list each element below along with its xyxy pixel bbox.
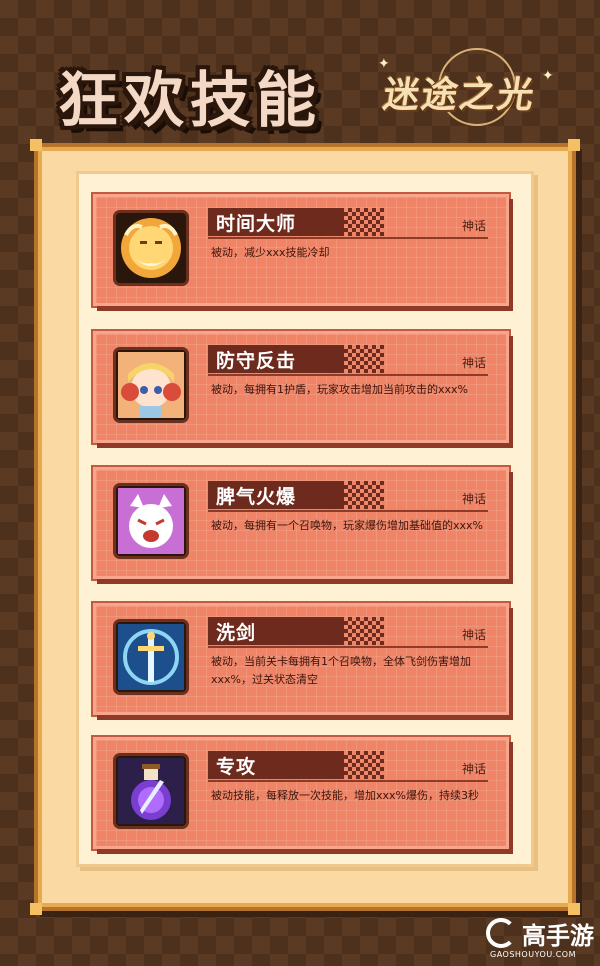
skill-name-bar: 时间大师 xyxy=(208,208,384,236)
logo-text: 迷途之光 xyxy=(380,74,539,116)
sparkle-icon: ✦ xyxy=(378,56,390,72)
skill-description: 被动，当前关卡每拥有1个召唤物，全体飞剑伤害增加xxx%，过关状态清空 xyxy=(211,655,471,686)
page-title: 狂欢技能 xyxy=(58,66,322,136)
board-corner xyxy=(568,139,580,151)
skill-rank: 神话 xyxy=(461,492,486,506)
skill-rank: 神话 xyxy=(461,219,486,233)
divider xyxy=(208,510,488,512)
skill-description: 被动，减少xxx技能冷却 xyxy=(211,246,330,259)
game-logo: 迷途之光 ✦ ✦ xyxy=(378,48,568,126)
skill-name-bar: 专攻 xyxy=(208,751,384,779)
watermark: 高手游 GAOSHOUYOU.COM xyxy=(486,918,596,964)
blonde-girl-icon xyxy=(116,350,186,420)
watermark-logo-icon xyxy=(486,918,516,948)
skill-description: 被动，每拥有一个召唤物，玩家爆伤增加基础值的xxx% xyxy=(211,519,483,532)
skill-card[interactable]: 洗剑 神话 被动，当前关卡每拥有1个召唤物，全体飞剑伤害增加xxx%，过关状态清… xyxy=(93,603,509,715)
skill-name: 洗剑 xyxy=(216,622,257,644)
skill-card[interactable]: 脾气火爆 神话 被动，每拥有一个召唤物，玩家爆伤增加基础值的xxx% xyxy=(93,467,509,579)
watermark-text: 高手游 xyxy=(522,922,594,950)
divider xyxy=(208,237,488,239)
golden-old-man-icon xyxy=(116,213,186,283)
potion-bottle-icon xyxy=(116,756,186,826)
skill-rank: 神话 xyxy=(461,762,486,776)
skill-rank: 神话 xyxy=(461,628,486,642)
skill-name: 防守反击 xyxy=(216,350,297,372)
angry-fox-icon xyxy=(116,486,186,556)
board-corner xyxy=(30,903,42,915)
watermark-url: GAOSHOUYOU.COM xyxy=(490,950,577,959)
skill-description: 被动，每拥有1护盾，玩家攻击增加当前攻击的xxx% xyxy=(211,383,468,396)
divider xyxy=(208,374,488,376)
skill-card[interactable]: 专攻 神话 被动技能，每释放一次技能，增加xxx%爆伤，持续3秒 xyxy=(93,737,509,849)
board-corner xyxy=(30,139,42,151)
skill-name-bar: 洗剑 xyxy=(208,617,384,645)
skill-name-bar: 脾气火爆 xyxy=(208,481,384,509)
divider xyxy=(208,646,488,648)
skill-name: 脾气火爆 xyxy=(216,486,297,508)
skill-name: 时间大师 xyxy=(216,213,297,235)
skill-name-bar: 防守反击 xyxy=(208,345,384,373)
board-corner xyxy=(568,903,580,915)
skill-description: 被动技能，每释放一次技能，增加xxx%爆伤，持续3秒 xyxy=(211,789,479,802)
sparkle-icon: ✦ xyxy=(542,68,554,84)
skill-name: 专攻 xyxy=(216,756,257,778)
skill-card[interactable]: 防守反击 神话 被动，每拥有1护盾，玩家攻击增加当前攻击的xxx% xyxy=(93,331,509,443)
skill-rank: 神话 xyxy=(461,356,486,370)
skill-card[interactable]: 时间大师 神话 被动，减少xxx技能冷却 xyxy=(93,194,509,306)
sword-icon xyxy=(116,622,186,692)
divider xyxy=(208,780,488,782)
